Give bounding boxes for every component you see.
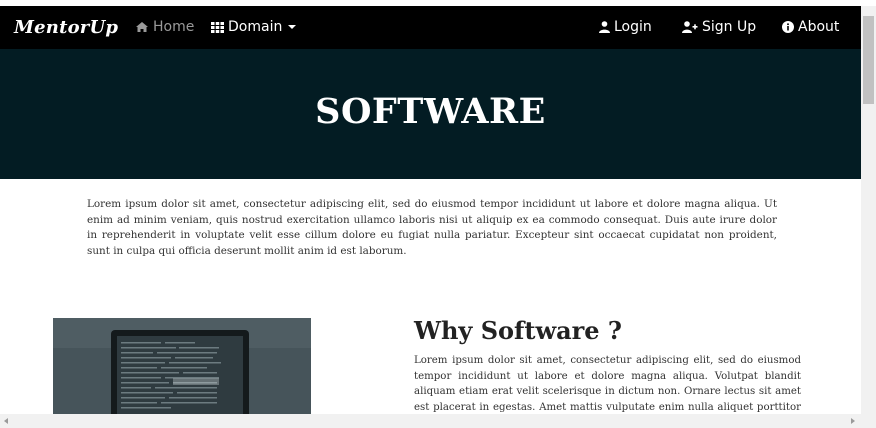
scroll-right-arrow-icon[interactable]	[851, 418, 855, 424]
nav-login-link[interactable]: Login	[599, 19, 652, 35]
vertical-scrollbar[interactable]	[861, 6, 876, 414]
vertical-scrollbar-thumb[interactable]	[863, 16, 874, 104]
nav-about-label: About	[798, 19, 840, 35]
hero-banner: SOFTWARE	[0, 49, 861, 179]
nav-home-label: Home	[153, 19, 195, 35]
nav-about-link[interactable]: About	[782, 19, 839, 35]
nav-login-label: Login	[614, 19, 652, 35]
info-icon	[782, 21, 794, 33]
nav-signup-label: Sign Up	[702, 19, 757, 35]
horizontal-scrollbar[interactable]	[0, 414, 876, 428]
nav-signup-link[interactable]: Sign Up	[682, 19, 756, 35]
nav-home-link[interactable]: Home	[135, 19, 194, 35]
navbar: MentorUp Home Domain Login Sign Up About	[0, 6, 861, 49]
user-plus-icon	[682, 21, 698, 33]
chevron-down-icon	[288, 25, 297, 29]
laptop-image	[53, 318, 311, 414]
nav-domain-label: Domain	[228, 19, 283, 35]
user-icon	[599, 21, 610, 33]
intro-paragraph: Lorem ipsum dolor sit amet, consectetur …	[87, 198, 777, 257]
section-title-why: Why Software ?	[414, 316, 622, 345]
why-paragraph: Lorem ipsum dolor sit amet, consectetur …	[414, 355, 801, 413]
nav-domain-dropdown[interactable]: Domain	[211, 19, 297, 35]
page-title: SOFTWARE	[315, 91, 546, 132]
home-icon	[135, 21, 149, 33]
grid-icon	[211, 21, 224, 33]
scroll-left-arrow-icon[interactable]	[4, 418, 8, 424]
brand-logo[interactable]: MentorUp	[14, 17, 118, 38]
